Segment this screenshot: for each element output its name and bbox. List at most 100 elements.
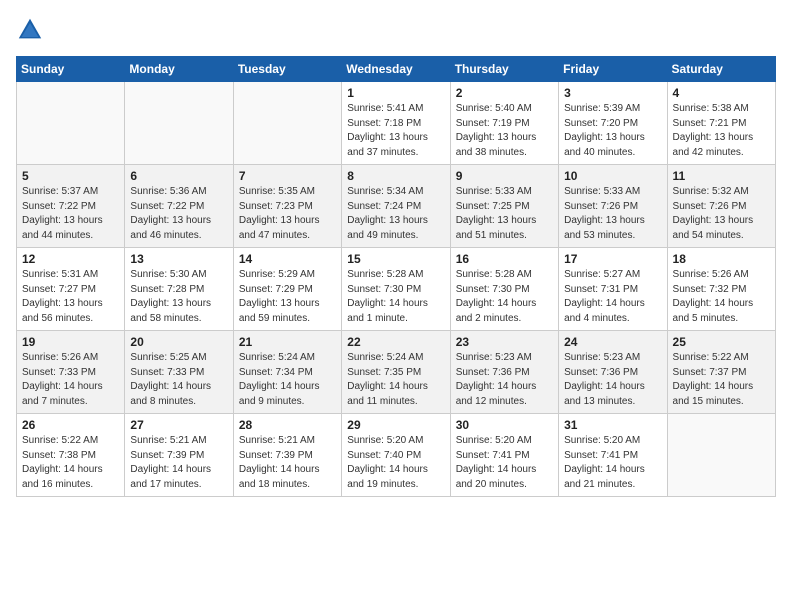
page-header (16, 16, 776, 44)
day-number: 6 (130, 169, 227, 183)
day-number: 4 (673, 86, 770, 100)
day-info: Sunrise: 5:40 AM Sunset: 7:19 PM Dayligh… (456, 102, 553, 160)
day-number: 16 (456, 252, 553, 266)
calendar-cell: 26 Sunrise: 5:22 AM Sunset: 7:38 PM Dayli… (17, 414, 125, 497)
day-info: Sunrise: 5:21 AM Sunset: 7:39 PM Dayligh… (130, 434, 227, 492)
day-info: Sunrise: 5:32 AM Sunset: 7:26 PM Dayligh… (673, 185, 770, 243)
calendar-cell: 25 Sunrise: 5:22 AM Sunset: 7:37 PM Dayli… (667, 331, 775, 414)
day-number: 15 (347, 252, 444, 266)
calendar-week-row: 19Sunrise: 5:26 AM Sunset: 7:33 PM Dayli… (17, 331, 776, 414)
calendar-cell: 17 Sunrise: 5:27 AM Sunset: 7:31 PM Dayli… (559, 248, 667, 331)
day-number: 7 (239, 169, 336, 183)
day-info: Sunrise: 5:26 AM Sunset: 7:33 PM Dayligh… (22, 351, 119, 409)
day-info: Sunrise: 5:39 AM Sunset: 7:20 PM Dayligh… (564, 102, 661, 160)
calendar-cell: 31 Sunrise: 5:20 AM Sunset: 7:41 PM Dayli… (559, 414, 667, 497)
calendar-cell (125, 82, 233, 165)
calendar-cell (17, 82, 125, 165)
calendar-cell: 15 Sunrise: 5:28 AM Sunset: 7:30 PM Dayli… (342, 248, 450, 331)
logo (16, 16, 48, 44)
day-info: Sunrise: 5:30 AM Sunset: 7:28 PM Dayligh… (130, 268, 227, 326)
day-number: 3 (564, 86, 661, 100)
day-info: Sunrise: 5:33 AM Sunset: 7:26 PM Dayligh… (564, 185, 661, 243)
calendar-cell: 30 Sunrise: 5:20 AM Sunset: 7:41 PM Dayli… (450, 414, 558, 497)
day-info: Sunrise: 5:24 AM Sunset: 7:35 PM Dayligh… (347, 351, 444, 409)
day-number: 24 (564, 335, 661, 349)
calendar-cell: 1 Sunrise: 5:41 AM Sunset: 7:18 PM Daylig… (342, 82, 450, 165)
calendar-cell: 19Sunrise: 5:26 AM Sunset: 7:33 PM Dayli… (17, 331, 125, 414)
day-number: 9 (456, 169, 553, 183)
calendar-week-row: 26 Sunrise: 5:22 AM Sunset: 7:38 PM Dayli… (17, 414, 776, 497)
day-info: Sunrise: 5:23 AM Sunset: 7:36 PM Dayligh… (564, 351, 661, 409)
day-number: 14 (239, 252, 336, 266)
day-info: Sunrise: 5:25 AM Sunset: 7:33 PM Dayligh… (130, 351, 227, 409)
day-number: 23 (456, 335, 553, 349)
calendar-cell: 23 Sunrise: 5:23 AM Sunset: 7:36 PM Dayli… (450, 331, 558, 414)
day-number: 10 (564, 169, 661, 183)
calendar-cell (233, 82, 341, 165)
calendar-cell (667, 414, 775, 497)
calendar-cell: 6 Sunrise: 5:36 AM Sunset: 7:22 PM Daylig… (125, 165, 233, 248)
calendar-cell: 18 Sunrise: 5:26 AM Sunset: 7:32 PM Dayli… (667, 248, 775, 331)
calendar-cell: 4 Sunrise: 5:38 AM Sunset: 7:21 PM Daylig… (667, 82, 775, 165)
day-info: Sunrise: 5:28 AM Sunset: 7:30 PM Dayligh… (347, 268, 444, 326)
day-of-week-header: Thursday (450, 57, 558, 82)
calendar-cell: 21Sunrise: 5:24 AM Sunset: 7:34 PM Dayli… (233, 331, 341, 414)
day-number: 29 (347, 418, 444, 432)
day-number: 28 (239, 418, 336, 432)
day-info: Sunrise: 5:20 AM Sunset: 7:40 PM Dayligh… (347, 434, 444, 492)
calendar-week-row: 5Sunrise: 5:37 AM Sunset: 7:22 PM Daylig… (17, 165, 776, 248)
day-info: Sunrise: 5:29 AM Sunset: 7:29 PM Dayligh… (239, 268, 336, 326)
logo-icon (16, 16, 44, 44)
day-number: 13 (130, 252, 227, 266)
day-info: Sunrise: 5:22 AM Sunset: 7:38 PM Dayligh… (22, 434, 119, 492)
day-number: 21 (239, 335, 336, 349)
calendar-header-row: SundayMondayTuesdayWednesdayThursdayFrid… (17, 57, 776, 82)
day-number: 8 (347, 169, 444, 183)
day-number: 5 (22, 169, 119, 183)
day-info: Sunrise: 5:23 AM Sunset: 7:36 PM Dayligh… (456, 351, 553, 409)
day-of-week-header: Wednesday (342, 57, 450, 82)
day-of-week-header: Monday (125, 57, 233, 82)
day-number: 22 (347, 335, 444, 349)
calendar-week-row: 1 Sunrise: 5:41 AM Sunset: 7:18 PM Daylig… (17, 82, 776, 165)
calendar-cell: 27Sunrise: 5:21 AM Sunset: 7:39 PM Dayli… (125, 414, 233, 497)
day-number: 1 (347, 86, 444, 100)
day-info: Sunrise: 5:26 AM Sunset: 7:32 PM Dayligh… (673, 268, 770, 326)
calendar-cell: 16 Sunrise: 5:28 AM Sunset: 7:30 PM Dayli… (450, 248, 558, 331)
day-number: 25 (673, 335, 770, 349)
day-number: 30 (456, 418, 553, 432)
calendar-cell: 12Sunrise: 5:31 AM Sunset: 7:27 PM Dayli… (17, 248, 125, 331)
calendar-cell: 28Sunrise: 5:21 AM Sunset: 7:39 PM Dayli… (233, 414, 341, 497)
calendar-cell: 29 Sunrise: 5:20 AM Sunset: 7:40 PM Dayli… (342, 414, 450, 497)
day-number: 18 (673, 252, 770, 266)
calendar-table: SundayMondayTuesdayWednesdayThursdayFrid… (16, 56, 776, 497)
calendar-cell: 3 Sunrise: 5:39 AM Sunset: 7:20 PM Daylig… (559, 82, 667, 165)
day-info: Sunrise: 5:28 AM Sunset: 7:30 PM Dayligh… (456, 268, 553, 326)
calendar-cell: 11 Sunrise: 5:32 AM Sunset: 7:26 PM Dayli… (667, 165, 775, 248)
day-number: 31 (564, 418, 661, 432)
day-number: 2 (456, 86, 553, 100)
day-info: Sunrise: 5:27 AM Sunset: 7:31 PM Dayligh… (564, 268, 661, 326)
day-info: Sunrise: 5:34 AM Sunset: 7:24 PM Dayligh… (347, 185, 444, 243)
day-number: 12 (22, 252, 119, 266)
calendar-cell: 22 Sunrise: 5:24 AM Sunset: 7:35 PM Dayli… (342, 331, 450, 414)
day-number: 11 (673, 169, 770, 183)
day-of-week-header: Tuesday (233, 57, 341, 82)
day-of-week-header: Friday (559, 57, 667, 82)
day-info: Sunrise: 5:41 AM Sunset: 7:18 PM Dayligh… (347, 102, 444, 160)
day-info: Sunrise: 5:36 AM Sunset: 7:22 PM Dayligh… (130, 185, 227, 243)
day-info: Sunrise: 5:38 AM Sunset: 7:21 PM Dayligh… (673, 102, 770, 160)
day-of-week-header: Saturday (667, 57, 775, 82)
day-info: Sunrise: 5:33 AM Sunset: 7:25 PM Dayligh… (456, 185, 553, 243)
day-info: Sunrise: 5:20 AM Sunset: 7:41 PM Dayligh… (456, 434, 553, 492)
calendar-cell: 20 Sunrise: 5:25 AM Sunset: 7:33 PM Dayli… (125, 331, 233, 414)
day-number: 17 (564, 252, 661, 266)
day-info: Sunrise: 5:35 AM Sunset: 7:23 PM Dayligh… (239, 185, 336, 243)
calendar-cell: 8 Sunrise: 5:34 AM Sunset: 7:24 PM Daylig… (342, 165, 450, 248)
day-info: Sunrise: 5:20 AM Sunset: 7:41 PM Dayligh… (564, 434, 661, 492)
day-info: Sunrise: 5:22 AM Sunset: 7:37 PM Dayligh… (673, 351, 770, 409)
calendar-cell: 9 Sunrise: 5:33 AM Sunset: 7:25 PM Daylig… (450, 165, 558, 248)
day-number: 26 (22, 418, 119, 432)
day-number: 20 (130, 335, 227, 349)
calendar-cell: 7 Sunrise: 5:35 AM Sunset: 7:23 PM Daylig… (233, 165, 341, 248)
